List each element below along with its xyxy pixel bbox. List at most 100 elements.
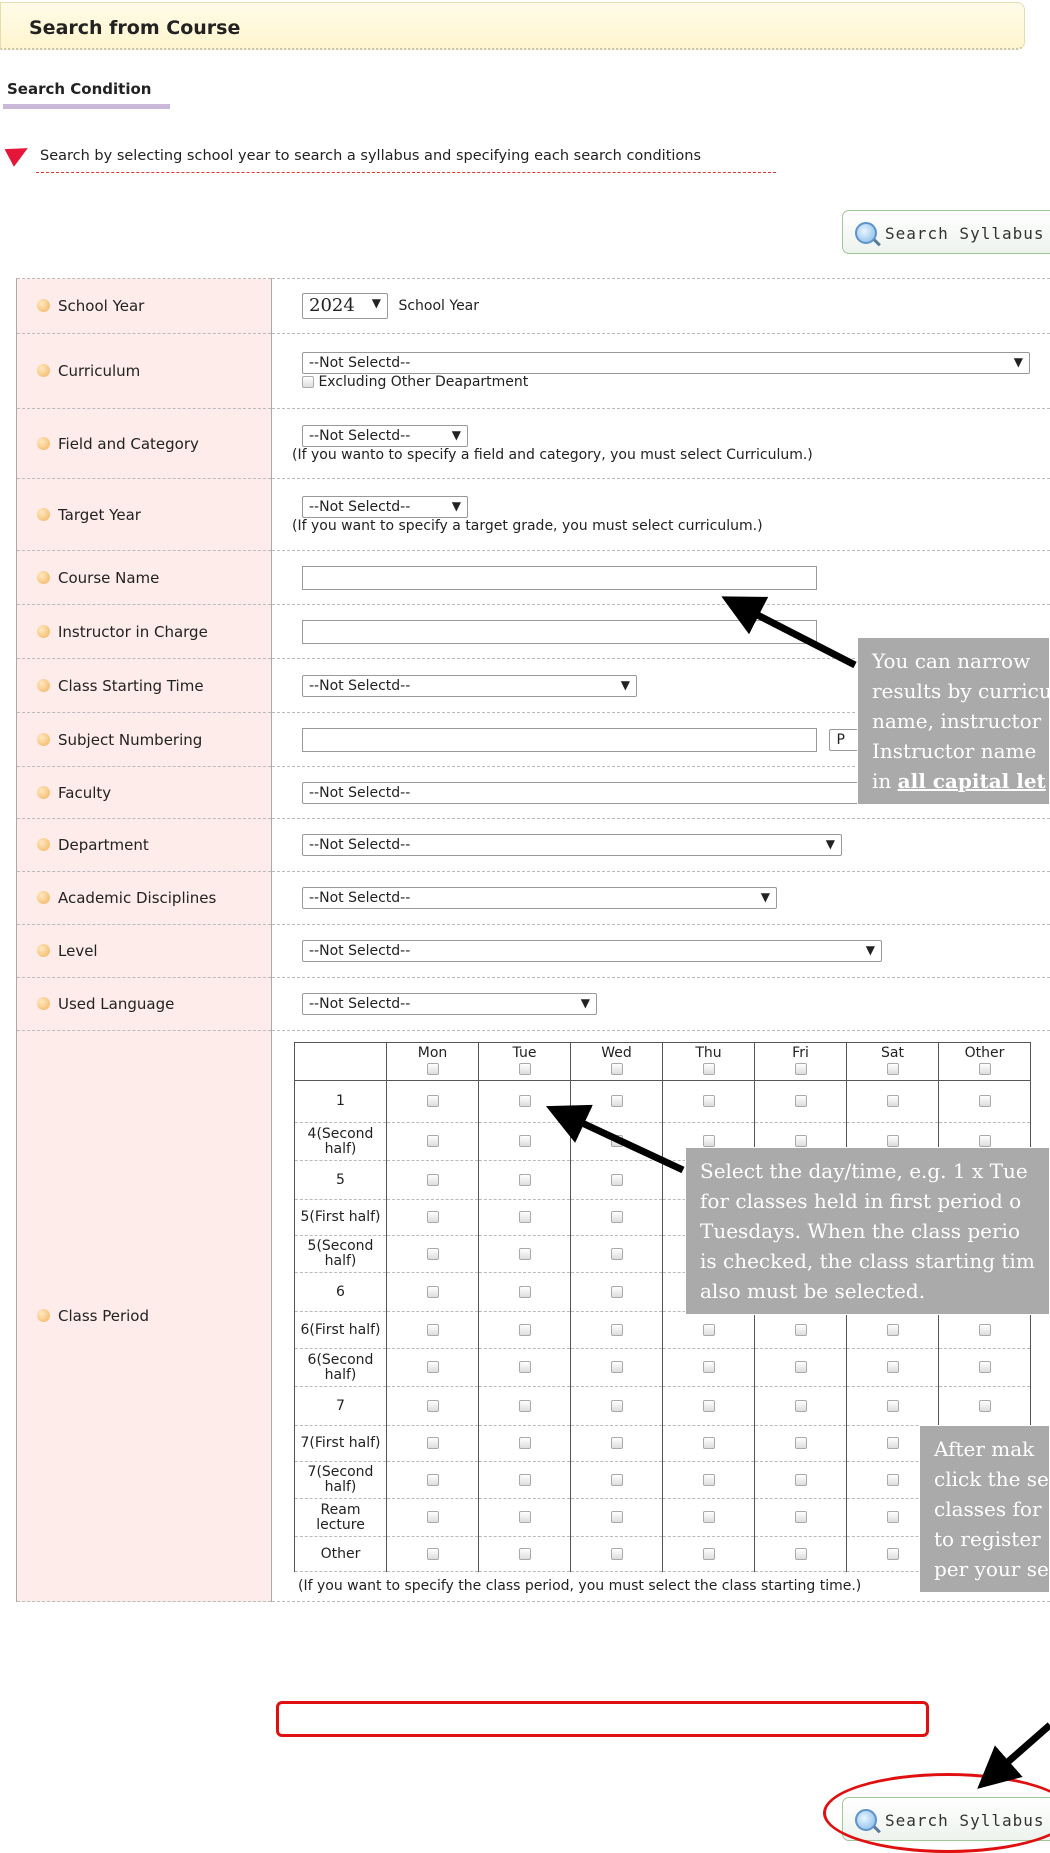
period-checkbox[interactable] xyxy=(427,1324,439,1336)
used-language-select[interactable]: --Not Selectd--▼ xyxy=(302,993,597,1015)
day-select-all-checkbox[interactable] xyxy=(427,1063,439,1075)
period-checkbox[interactable] xyxy=(979,1095,991,1107)
period-checkbox[interactable] xyxy=(611,1211,623,1223)
faculty-select[interactable]: --Not Selectd-- xyxy=(302,782,902,804)
period-checkbox[interactable] xyxy=(703,1400,715,1412)
curriculum-select[interactable]: --Not Selectd--▼ xyxy=(302,352,1030,374)
period-checkbox[interactable] xyxy=(611,1474,623,1486)
period-checkbox[interactable] xyxy=(427,1286,439,1298)
search-syllabus-button-top[interactable]: Search Syllabus xyxy=(842,210,1050,254)
instructor-input[interactable] xyxy=(302,620,817,644)
day-select-all-checkbox[interactable] xyxy=(979,1063,991,1075)
period-cell xyxy=(387,1081,479,1123)
period-checkbox[interactable] xyxy=(519,1511,531,1523)
class-starting-time-select[interactable]: --Not Selectd--▼ xyxy=(302,675,637,697)
period-checkbox[interactable] xyxy=(427,1400,439,1412)
day-select-all-checkbox[interactable] xyxy=(887,1063,899,1075)
period-checkbox[interactable] xyxy=(795,1400,807,1412)
period-checkbox[interactable] xyxy=(887,1361,899,1373)
period-checkbox[interactable] xyxy=(611,1437,623,1449)
period-checkbox[interactable] xyxy=(887,1437,899,1449)
period-checkbox[interactable] xyxy=(611,1135,623,1147)
field-category-select[interactable]: --Not Selectd--▼ xyxy=(302,425,468,447)
subject-numbering-input[interactable] xyxy=(302,728,817,752)
period-checkbox[interactable] xyxy=(427,1511,439,1523)
period-checkbox[interactable] xyxy=(611,1174,623,1186)
period-checkbox[interactable] xyxy=(703,1511,715,1523)
period-checkbox[interactable] xyxy=(887,1511,899,1523)
period-checkbox[interactable] xyxy=(427,1248,439,1260)
period-checkbox[interactable] xyxy=(979,1324,991,1336)
day-select-all-checkbox[interactable] xyxy=(703,1063,715,1075)
period-checkbox[interactable] xyxy=(519,1248,531,1260)
day-select-all-checkbox[interactable] xyxy=(611,1063,623,1075)
period-checkbox[interactable] xyxy=(611,1361,623,1373)
period-checkbox[interactable] xyxy=(611,1286,623,1298)
period-checkbox[interactable] xyxy=(703,1474,715,1486)
target-year-select[interactable]: --Not Selectd--▼ xyxy=(302,496,468,518)
period-checkbox[interactable] xyxy=(519,1211,531,1223)
period-checkbox[interactable] xyxy=(611,1548,623,1560)
course-name-input[interactable] xyxy=(302,566,817,590)
period-checkbox[interactable] xyxy=(519,1095,531,1107)
period-checkbox[interactable] xyxy=(979,1400,991,1412)
period-checkbox[interactable] xyxy=(795,1095,807,1107)
period-checkbox[interactable] xyxy=(703,1361,715,1373)
period-checkbox[interactable] xyxy=(611,1248,623,1260)
period-checkbox[interactable] xyxy=(703,1135,715,1147)
period-checkbox[interactable] xyxy=(979,1135,991,1147)
row-curriculum: Curriculum --Not Selectd--▼ Excluding Ot… xyxy=(17,334,1050,409)
period-checkbox[interactable] xyxy=(979,1361,991,1373)
period-checkbox[interactable] xyxy=(795,1135,807,1147)
label-cell: Level xyxy=(17,925,272,978)
day-select-all-checkbox[interactable] xyxy=(795,1063,807,1075)
period-checkbox[interactable] xyxy=(795,1548,807,1560)
period-checkbox[interactable] xyxy=(703,1324,715,1336)
period-checkbox[interactable] xyxy=(611,1400,623,1412)
school-year-select[interactable]: 2024▼ xyxy=(302,293,388,319)
period-checkbox[interactable] xyxy=(611,1324,623,1336)
period-checkbox[interactable] xyxy=(427,1135,439,1147)
period-checkbox[interactable] xyxy=(887,1548,899,1560)
period-checkbox[interactable] xyxy=(519,1400,531,1412)
period-checkbox[interactable] xyxy=(427,1474,439,1486)
department-select[interactable]: --Not Selectd--▼ xyxy=(302,834,842,856)
period-checkbox[interactable] xyxy=(887,1095,899,1107)
period-checkbox[interactable] xyxy=(519,1548,531,1560)
period-checkbox[interactable] xyxy=(795,1511,807,1523)
subject-numbering-button[interactable]: P xyxy=(829,729,859,751)
dropdown-arrow-icon: ▼ xyxy=(621,678,630,692)
period-checkbox[interactable] xyxy=(427,1174,439,1186)
period-checkbox[interactable] xyxy=(795,1361,807,1373)
period-checkbox[interactable] xyxy=(427,1437,439,1449)
period-checkbox[interactable] xyxy=(519,1174,531,1186)
period-checkbox[interactable] xyxy=(427,1361,439,1373)
period-checkbox[interactable] xyxy=(427,1095,439,1107)
period-checkbox[interactable] xyxy=(795,1474,807,1486)
period-checkbox[interactable] xyxy=(703,1548,715,1560)
period-checkbox[interactable] xyxy=(519,1135,531,1147)
period-checkbox[interactable] xyxy=(427,1211,439,1223)
period-checkbox[interactable] xyxy=(427,1548,439,1560)
period-checkbox[interactable] xyxy=(795,1437,807,1449)
period-checkbox[interactable] xyxy=(519,1474,531,1486)
period-checkbox[interactable] xyxy=(519,1324,531,1336)
period-cell xyxy=(663,1499,755,1537)
academic-disciplines-select[interactable]: --Not Selectd--▼ xyxy=(302,887,777,909)
period-checkbox[interactable] xyxy=(519,1361,531,1373)
period-checkbox[interactable] xyxy=(887,1324,899,1336)
bullet-icon xyxy=(37,891,50,904)
period-checkbox[interactable] xyxy=(519,1437,531,1449)
period-checkbox[interactable] xyxy=(611,1511,623,1523)
period-checkbox[interactable] xyxy=(703,1437,715,1449)
period-checkbox[interactable] xyxy=(519,1286,531,1298)
period-checkbox[interactable] xyxy=(795,1324,807,1336)
period-checkbox[interactable] xyxy=(703,1095,715,1107)
period-checkbox[interactable] xyxy=(887,1400,899,1412)
exclude-other-department-checkbox[interactable] xyxy=(302,376,314,388)
level-select[interactable]: --Not Selectd--▼ xyxy=(302,940,882,962)
period-checkbox[interactable] xyxy=(887,1474,899,1486)
period-checkbox[interactable] xyxy=(611,1095,623,1107)
day-select-all-checkbox[interactable] xyxy=(519,1063,531,1075)
period-checkbox[interactable] xyxy=(887,1135,899,1147)
